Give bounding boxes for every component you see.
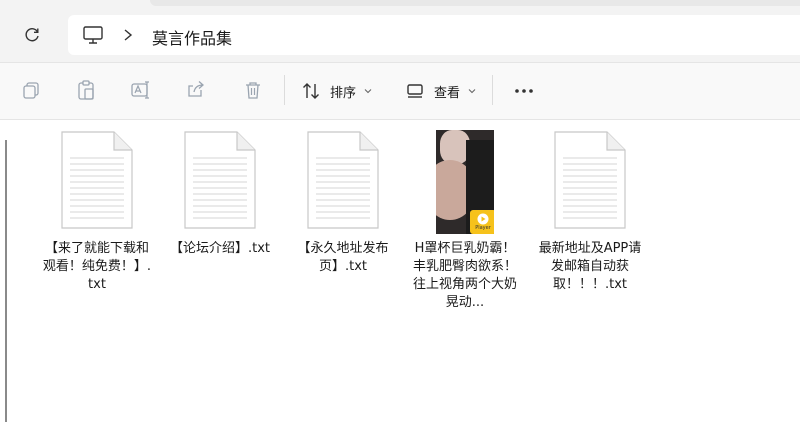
file-item[interactable]: 【论坛介绍】.txt <box>165 130 275 258</box>
file-name: 【永久地址发布页】.txt <box>297 241 389 274</box>
view-menu-button[interactable]: 查看 <box>406 77 476 105</box>
file-name: 【论坛介绍】.txt <box>169 241 271 256</box>
rename-icon <box>131 81 149 99</box>
toolbar-separator <box>492 75 493 105</box>
text-file-icon <box>61 131 133 229</box>
view-icon <box>407 84 423 98</box>
clipboard-icon <box>78 80 94 100</box>
file-name: H罩杯巨乳奶霸！丰乳肥臀肉欲系！往上视角两个大奶晃动... <box>412 241 517 310</box>
paste-button[interactable] <box>75 79 97 101</box>
file-grid: 【来了就能下载和观看！纯免费！】.txt 【论坛介绍】.txt 【永久地址发布页… <box>0 118 800 422</box>
title-strip <box>0 0 800 8</box>
player-badge-label: Player <box>475 225 491 231</box>
address-row: 莫言作品集 <box>0 8 800 62</box>
file-item[interactable]: Player H罩杯巨乳奶霸！丰乳肥臀肉欲系！往上视角两个大奶晃动... <box>410 130 520 312</box>
chevron-right-icon[interactable] <box>122 28 134 42</box>
rename-button[interactable] <box>130 79 152 101</box>
file-item[interactable]: 最新地址及APP请发邮箱自动获取！！！.txt <box>535 130 645 294</box>
file-name: 最新地址及APP请发邮箱自动获取！！！.txt <box>538 241 642 292</box>
player-badge: Player <box>470 210 494 234</box>
monitor-icon <box>83 26 103 44</box>
share-button[interactable] <box>185 79 207 101</box>
view-label: 查看 <box>434 85 461 101</box>
copy-icon <box>23 82 39 99</box>
share-icon <box>188 81 204 97</box>
file-item[interactable]: 【来了就能下载和观看！纯免费！】.txt <box>42 130 152 294</box>
breadcrumb-current-folder[interactable]: 莫言作品集 <box>152 25 232 49</box>
file-item[interactable]: 【永久地址发布页】.txt <box>288 130 398 276</box>
command-bar: 排序 查看 <box>0 62 800 120</box>
chevron-down-icon <box>364 89 372 94</box>
tab-edge <box>150 0 800 6</box>
play-icon <box>477 213 489 225</box>
text-file-icon <box>184 131 256 229</box>
chevron-down-icon <box>468 89 476 94</box>
text-file-icon <box>307 131 379 229</box>
sort-menu-button[interactable]: 排序 <box>302 77 372 105</box>
toolbar-separator <box>284 75 285 105</box>
address-bar[interactable]: 莫言作品集 <box>68 15 800 55</box>
delete-button[interactable] <box>242 79 264 101</box>
sort-icon <box>303 83 319 99</box>
video-thumbnail: Player <box>436 130 494 234</box>
trash-icon <box>246 82 260 99</box>
file-name: 【来了就能下载和观看！纯免费！】.txt <box>42 241 152 292</box>
refresh-icon <box>25 28 39 42</box>
more-options-button[interactable] <box>510 77 538 105</box>
sort-label: 排序 <box>330 85 357 101</box>
text-file-icon <box>554 131 626 229</box>
copy-button[interactable] <box>20 79 42 101</box>
refresh-button[interactable] <box>18 21 46 49</box>
more-icon <box>515 89 533 93</box>
